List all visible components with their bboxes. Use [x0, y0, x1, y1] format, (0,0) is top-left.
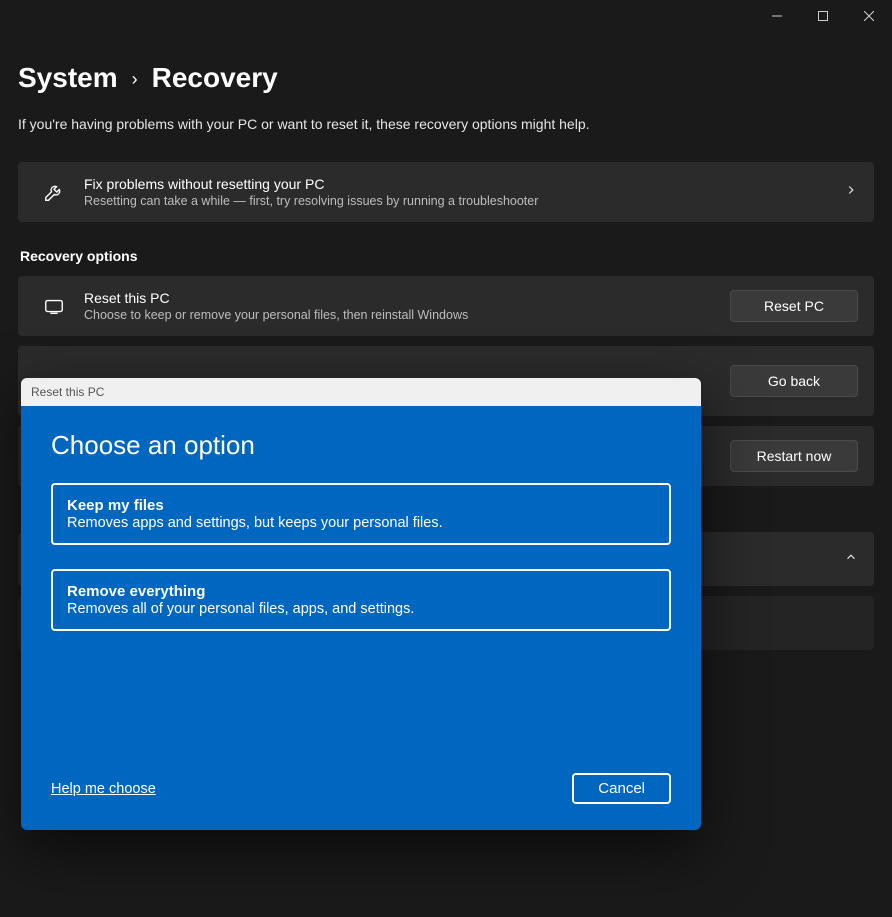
window-minimize-button[interactable] [754, 0, 800, 32]
reset-pc-title: Reset this PC [84, 290, 730, 306]
page-title: Recovery [152, 62, 278, 94]
dialog-title: Reset this PC [31, 385, 104, 399]
chevron-right-icon: › [132, 69, 138, 90]
intro-text: If you're having problems with your PC o… [18, 116, 874, 132]
chevron-right-icon [844, 183, 858, 202]
help-me-choose-link[interactable]: Help me choose [51, 781, 156, 797]
fix-problems-title: Fix problems without resetting your PC [84, 176, 844, 192]
minimize-icon [772, 11, 782, 21]
fix-problems-subtitle: Resetting can take a while — first, try … [84, 194, 844, 208]
wrench-icon [34, 181, 74, 203]
dialog-titlebar: Reset this PC [21, 378, 701, 406]
window-close-button[interactable] [846, 0, 892, 32]
remove-everything-option[interactable]: Remove everything Removes all of your pe… [51, 569, 671, 631]
recovery-options-label: Recovery options [20, 248, 874, 264]
keep-my-files-option[interactable]: Keep my files Removes apps and settings,… [51, 483, 671, 545]
reset-pc-card: Reset this PC Choose to keep or remove y… [18, 276, 874, 336]
keep-my-files-desc: Removes apps and settings, but keeps you… [67, 515, 655, 531]
dialog-heading: Choose an option [51, 430, 671, 461]
breadcrumb: System › Recovery [18, 62, 874, 94]
go-back-button[interactable]: Go back [730, 365, 858, 397]
remove-everything-desc: Removes all of your personal files, apps… [67, 601, 655, 617]
reset-icon [34, 295, 74, 317]
reset-pc-subtitle: Choose to keep or remove your personal f… [84, 308, 730, 322]
reset-pc-button[interactable]: Reset PC [730, 290, 858, 322]
remove-everything-title: Remove everything [67, 583, 655, 600]
keep-my-files-title: Keep my files [67, 497, 655, 514]
fix-problems-card[interactable]: Fix problems without resetting your PC R… [18, 162, 874, 222]
close-icon [864, 11, 874, 21]
window-titlebar [0, 0, 892, 32]
settings-recovery-window: System › Recovery If you're having probl… [0, 0, 892, 917]
maximize-icon [818, 11, 828, 21]
restart-now-button[interactable]: Restart now [730, 440, 858, 472]
reset-pc-dialog: Reset this PC Choose an option Keep my f… [21, 378, 701, 830]
chevron-up-icon [844, 550, 858, 569]
window-maximize-button[interactable] [800, 0, 846, 32]
breadcrumb-parent[interactable]: System [18, 62, 118, 94]
cancel-button[interactable]: Cancel [572, 773, 671, 804]
